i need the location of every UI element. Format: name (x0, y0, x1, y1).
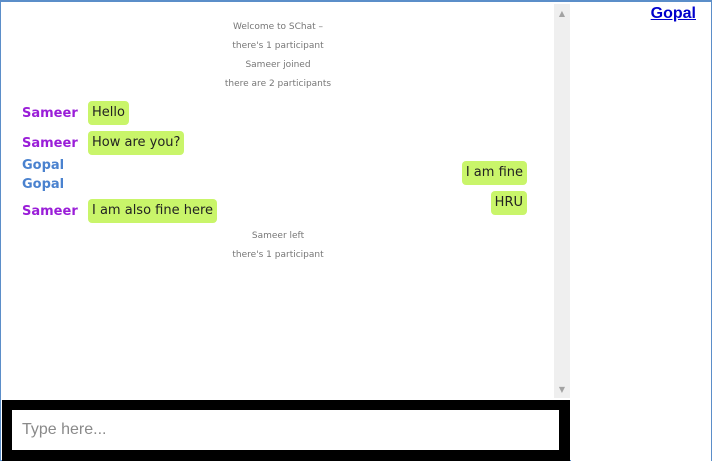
app-window: Welcome to SChat – there's 1 participant… (0, 0, 712, 461)
chat-scrollbar[interactable]: ▲ ▼ (554, 4, 570, 398)
message-bubble: I am also fine here (88, 199, 218, 223)
current-user-link[interactable]: Gopal (651, 5, 696, 23)
message-bubble: How are you? (88, 131, 185, 155)
message-bubble: Hello (88, 101, 129, 125)
message-input-bar (2, 400, 570, 461)
system-message: Welcome to SChat – (232, 22, 324, 32)
message-sender: Sameer (22, 204, 78, 219)
system-message: there's 1 participant (232, 250, 324, 260)
scroll-up-arrow-icon[interactable]: ▲ (554, 6, 570, 22)
message-sender: Sameer (22, 106, 78, 121)
system-message: Sameer left (251, 231, 305, 241)
message-input[interactable] (12, 410, 559, 450)
message-sender: Gopal (22, 177, 65, 192)
system-message: there are 2 participants (224, 79, 332, 89)
chat-log[interactable]: Welcome to SChat – there's 1 participant… (2, 4, 554, 398)
message-sender: Sameer (22, 136, 78, 151)
scroll-down-arrow-icon[interactable]: ▼ (554, 382, 570, 398)
message-sender: Gopal (22, 158, 65, 173)
message-bubble: I am fine (461, 161, 527, 185)
system-message: Sameer joined (245, 60, 311, 70)
system-message: there's 1 participant (232, 41, 324, 51)
participants-sidebar: Gopal (571, 4, 711, 461)
message-bubble: HRU (490, 191, 527, 215)
